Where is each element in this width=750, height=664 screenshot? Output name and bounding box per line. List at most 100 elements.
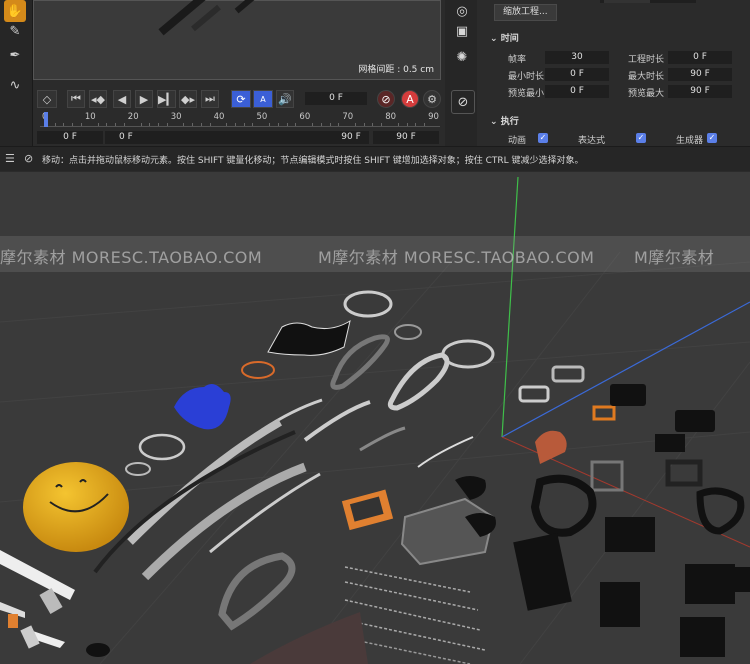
next-frame-button[interactable]: ▶▎ — [157, 90, 176, 108]
watermark-band: 摩尔素材 MORESC.TAOBAO.COM M摩尔素材 MORESC.TAOB… — [0, 236, 750, 272]
timeline-minor-tick — [329, 123, 331, 126]
autokey-button[interactable]: A — [401, 90, 419, 108]
keyring-2[interactable] — [343, 290, 393, 318]
watermark-text-right: M摩尔素材 — [634, 248, 715, 267]
timeline-minor-tick — [209, 123, 211, 126]
preview-min-field[interactable]: 0 F — [545, 85, 609, 98]
zipper-tape[interactable] — [0, 550, 75, 600]
keyframe-icon[interactable]: ◇ — [37, 90, 57, 108]
time-section-header[interactable]: ⌄ 时间 — [490, 31, 519, 44]
min-length-field[interactable]: 0 F — [545, 68, 609, 81]
chevron-down-icon: ⌄ — [490, 117, 498, 127]
timeline-minor-tick — [123, 123, 125, 126]
loop-button[interactable]: ⟳ — [231, 90, 251, 108]
timeline-tick-label: 20 — [127, 112, 139, 122]
top-field-2[interactable] — [604, 0, 650, 3]
timeline-minor-tick — [338, 123, 340, 126]
timeline-minor-tick — [295, 123, 297, 126]
timeline-tick-label: 30 — [170, 112, 182, 122]
watermark-text-mid: M摩尔素材 MORESC.TAOBAO.COM — [318, 248, 595, 267]
timeline-minor-tick — [415, 123, 417, 126]
expression-checkbox[interactable]: ✓ — [636, 133, 646, 143]
timeline-minor-tick — [363, 123, 365, 126]
smiley-ball[interactable] — [23, 462, 129, 552]
camera-icon[interactable]: ▣ — [451, 20, 473, 42]
timeline-minor-tick — [106, 123, 108, 126]
leather-strap[interactable] — [250, 612, 368, 664]
range-end-field-2[interactable]: 90 F — [373, 131, 439, 144]
timeline-minor-tick — [54, 123, 56, 126]
timeline-minor-tick — [80, 123, 82, 126]
paint-tool-icon[interactable]: ✋ — [4, 0, 26, 22]
zipper[interactable] — [344, 566, 486, 664]
timeline-minor-tick — [235, 123, 237, 126]
playhead[interactable] — [44, 112, 48, 127]
record-disabled-icon[interactable]: ⊘ — [377, 90, 395, 108]
check-circle-icon: ⊘ — [24, 152, 34, 165]
timeline-minor-tick — [406, 123, 408, 126]
range-end-field[interactable]: 90 F — [333, 131, 369, 144]
project-length-label: 工程时长 — [628, 55, 665, 65]
brush-icon[interactable]: ✎ — [4, 20, 26, 42]
menu-icon[interactable]: ☰ — [5, 152, 15, 165]
right-icon-strip: ◎ ▣ ✺ ⊘ — [445, 0, 477, 146]
current-frame-field[interactable]: 0 F — [305, 92, 367, 105]
max-length-label: 最大时长 — [628, 72, 665, 82]
project-length-field[interactable]: 0 F — [668, 51, 732, 64]
ruler-line — [40, 126, 440, 127]
timeline-minor-tick — [286, 123, 288, 126]
pen-icon[interactable]: ✒ — [4, 44, 26, 66]
blue-keychain[interactable] — [174, 383, 231, 430]
sound-icon[interactable]: 🔊 — [276, 90, 294, 108]
timeline-minor-tick — [115, 123, 117, 126]
timeline-minor-tick — [192, 123, 194, 126]
snap-hook-2[interactable] — [387, 352, 450, 411]
go-end-button[interactable]: ⏭ — [201, 90, 219, 108]
range-start-field-2[interactable]: 0 F — [105, 131, 369, 144]
prev-key-button[interactable]: ◂◆ — [89, 90, 107, 108]
timeline-tick-label: 70 — [342, 112, 354, 122]
prev-frame-button[interactable]: ◀ — [113, 90, 131, 108]
fps-label: 帧率 — [508, 55, 527, 65]
exec-section-header[interactable]: ⌄ 执行 — [490, 114, 519, 127]
y-axis-line — [501, 176, 519, 438]
max-length-field[interactable]: 90 F — [668, 68, 732, 81]
spline-icon[interactable]: ∿ — [4, 74, 26, 96]
timeline-minor-tick — [140, 123, 142, 126]
range-start-field[interactable]: 0 F — [37, 131, 103, 144]
globe-icon[interactable]: ◎ — [451, 0, 473, 22]
timeline-tick-label: 40 — [213, 112, 225, 122]
viewport-preview[interactable]: 网格间距 : 0.5 cm — [33, 0, 441, 80]
3d-viewport-render[interactable]: 摩尔素材 MORESC.TAOBAO.COM M摩尔素材 MORESC.TAOB… — [0, 172, 750, 664]
preview-max-field[interactable]: 90 F — [668, 85, 732, 98]
project-properties-panel: 缩放工程... ⌄ 时间 帧率 30 工程时长 0 F 最小时长 0 F 最大时… — [480, 0, 750, 146]
timeline-minor-tick — [157, 123, 159, 126]
play-button[interactable]: ▶ — [135, 90, 153, 108]
timeline-minor-tick — [183, 123, 185, 126]
timeline-tick-label: 90 — [428, 112, 439, 122]
keyring[interactable] — [138, 433, 186, 461]
timeline-minor-tick — [63, 123, 65, 126]
c4d-app-window: ✋ ✎ ✒ ∿ 网格间距 : 0.5 cm ◎ ▣ ✺ ⊘ ◇ ⏮ ◂◆ ◀ ▶… — [0, 0, 750, 172]
timeline-ruler[interactable]: 0102030405060708090 — [40, 112, 440, 128]
gear-icon[interactable]: ⚙ — [423, 90, 441, 108]
carabiner[interactable] — [218, 552, 296, 631]
timeline-minor-tick — [381, 123, 383, 126]
zoom-project-button[interactable]: 缩放工程... — [494, 4, 557, 21]
light-icon[interactable]: ✺ — [451, 46, 473, 68]
keys-button[interactable]: A — [253, 90, 273, 108]
rubber-tag[interactable] — [267, 319, 351, 356]
watermark-text-left: 摩尔素材 MORESC.TAOBAO.COM — [0, 248, 263, 267]
timeline-minor-tick — [269, 123, 271, 126]
go-start-button[interactable]: ⏮ — [67, 90, 85, 108]
generator-label: 生成器 — [676, 136, 704, 146]
fps-field[interactable]: 30 — [545, 51, 609, 64]
generator-checkbox[interactable]: ✓ — [707, 133, 717, 143]
preview-min-label: 预览最小 — [508, 89, 545, 99]
timeline-tick-label: 80 — [385, 112, 397, 122]
time-section-label: 时间 — [500, 34, 519, 44]
animation-label: 动画 — [508, 136, 527, 146]
animation-checkbox[interactable]: ✓ — [538, 133, 548, 143]
lock-icon[interactable]: ⊘ — [451, 90, 475, 114]
next-key-button[interactable]: ◆▸ — [179, 90, 197, 108]
